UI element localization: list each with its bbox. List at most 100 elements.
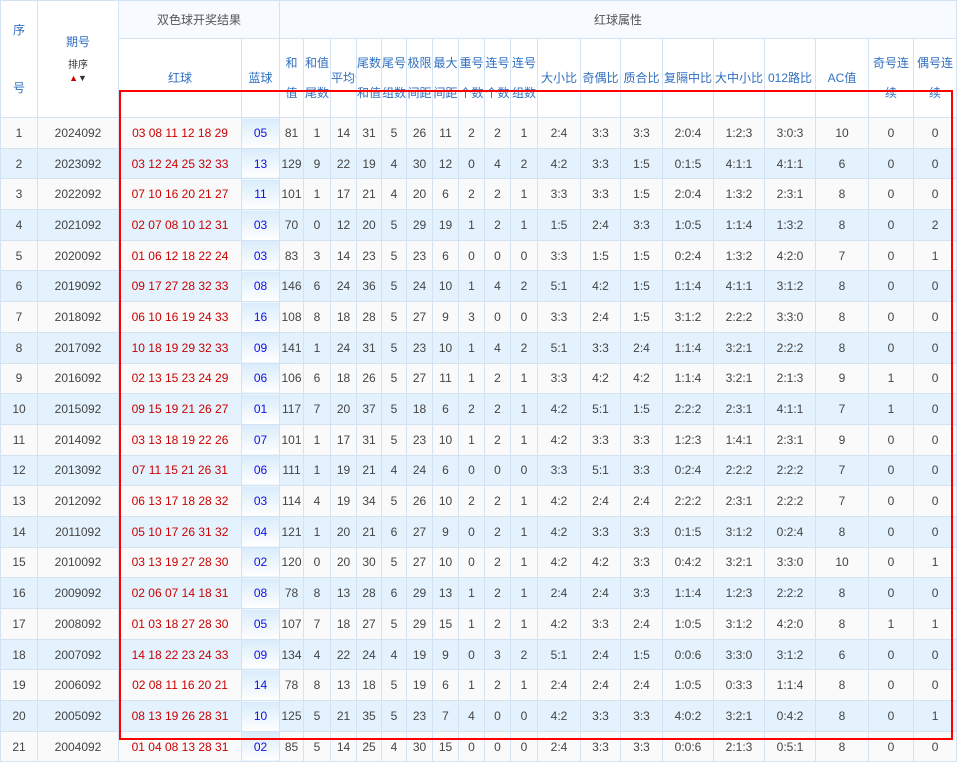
sort-desc-icon[interactable]: ▼	[78, 73, 87, 83]
attr-cell-连号个数: 2	[484, 117, 512, 149]
table-row: 1 2024092 03 08 11 12 18 29 05 81 1 14 31 5 26 11 2…	[0, 117, 958, 149]
attr-cell-尾号组数: 5	[381, 700, 408, 732]
issue-cell: 2021092	[37, 209, 119, 241]
attr-cell-奇号连续: 0	[868, 485, 915, 517]
attr-cell-质合比: 1:5	[620, 239, 664, 272]
attr-cell-大中小比: 3:2:1	[713, 331, 766, 364]
col-blue: 蓝球	[240, 37, 281, 119]
attr-cell-复隔中比: 1:1:4	[662, 577, 715, 609]
attr-cell-尾数和值: 21	[356, 178, 383, 211]
attr-cell-和值尾数: 1	[303, 331, 332, 364]
attr-cell-尾数和值: 26	[356, 362, 383, 395]
attr-cell-极限间距: 24	[406, 270, 434, 303]
attr-cell-极限间距: 29	[406, 577, 434, 609]
attr-cell-AC值: 8	[815, 730, 870, 762]
red-balls-cell: 01 06 12 18 22 24	[118, 239, 242, 272]
blue-ball-cell: 08	[240, 577, 281, 609]
attr-cell-重号个数: 2	[458, 485, 486, 517]
attr-cell-平均值: 21	[330, 700, 358, 732]
attr-cell-和值: 134	[279, 638, 305, 671]
attr-cell-连号组数: 1	[510, 178, 539, 211]
red-balls-cell: 06 10 16 19 24 33	[118, 301, 242, 333]
attr-cell-质合比: 3:3	[620, 515, 664, 548]
attr-cell-极限间距: 24	[406, 454, 434, 487]
attr-cell-极限间距: 27	[406, 546, 434, 579]
attr-cell-连号个数: 0	[484, 454, 512, 487]
issue-cell: 2018092	[37, 301, 119, 333]
attr-cell-复隔中比: 0:1:5	[662, 515, 715, 548]
attr-cell-和值尾数: 6	[303, 362, 332, 395]
attr-cell-连号个数: 2	[484, 362, 512, 395]
attr-cell-复隔中比: 1:0:5	[662, 669, 715, 702]
attr-cell-和值尾数: 1	[303, 515, 332, 548]
attr-cell-最大间距: 9	[432, 301, 460, 333]
attr-cell-和值: 78	[279, 669, 305, 702]
table-row: 14 2011092 05 10 17 26 31 32 04 121 1 20 21 6 27 9…	[0, 515, 958, 548]
issue-label: 期号	[65, 35, 90, 49]
attr-cell-奇偶比: 3:3	[580, 515, 622, 548]
attr-cell-连号组数: 0	[510, 730, 539, 762]
attr-cell-连号个数: 2	[484, 515, 512, 548]
attr-cell-和值: 81	[279, 117, 305, 149]
attr-cell-平均值: 17	[330, 423, 358, 456]
attr-cell-尾号组数: 5	[381, 608, 408, 640]
attr-cell-质合比: 3:3	[620, 546, 664, 579]
attr-cell-奇号连续: 0	[868, 239, 915, 272]
attr-cell-最大间距: 7	[432, 700, 460, 732]
attr-cell-最大间距: 10	[432, 331, 460, 364]
issue-cell: 2009092	[37, 577, 119, 609]
attr-cell-尾数和值: 24	[356, 638, 383, 671]
attr-cell-连号组数: 1	[510, 393, 539, 425]
attr-cell-最大间距: 9	[432, 515, 460, 548]
attr-cell-尾号组数: 4	[381, 730, 408, 762]
attr-cell-偶号连续: 0	[913, 730, 958, 762]
col-attr-17: 奇号连续	[868, 37, 915, 119]
attr-cell-连号个数: 2	[484, 669, 512, 702]
seq-cell: 16	[0, 577, 38, 609]
sort-asc-icon[interactable]: ▲	[69, 73, 78, 83]
attr-cell-奇偶比: 3:3	[580, 147, 622, 180]
table-row: 16 2009092 02 06 07 14 18 31 08 78 8 13 28 6 29 13…	[0, 577, 958, 609]
red-balls-cell: 03 08 11 12 18 29	[118, 117, 242, 149]
attr-cell-奇偶比: 2:4	[580, 209, 622, 241]
attr-cell-AC值: 9	[815, 423, 870, 456]
col-attr-8: 连号个数	[484, 37, 512, 119]
blue-ball-cell: 10	[240, 700, 281, 732]
attr-cell-尾数和值: 31	[356, 331, 383, 364]
attr-cell-大小比: 4:2	[537, 515, 582, 548]
blue-ball-cell: 08	[240, 270, 281, 303]
attr-cell-奇号连续: 0	[868, 147, 915, 180]
red-balls-cell: 01 03 18 27 28 30	[118, 608, 242, 640]
attr-cell-极限间距: 23	[406, 239, 434, 272]
blue-ball-cell: 01	[240, 393, 281, 425]
issue-cell: 2019092	[37, 270, 119, 303]
col-attr-4: 尾号组数	[381, 37, 408, 119]
issue-cell: 2022092	[37, 178, 119, 211]
attr-cell-连号组数: 2	[510, 638, 539, 671]
attr-cell-最大间距: 12	[432, 147, 460, 180]
attr-cell-和值尾数: 1	[303, 117, 332, 149]
attr-cell-连号个数: 3	[484, 638, 512, 671]
sort-button[interactable]: 排序 ▲▼	[39, 60, 118, 85]
attr-cell-重号个数: 1	[458, 331, 486, 364]
attr-cell-重号个数: 2	[458, 117, 486, 149]
attr-cell-偶号连续: 0	[913, 423, 958, 456]
attr-cell-和值: 108	[279, 301, 305, 333]
attr-cell-大中小比: 3:1:2	[713, 608, 766, 640]
seq-label: 序号	[12, 23, 25, 95]
attr-cell-奇偶比: 2:4	[580, 577, 622, 609]
attr-cell-尾数和值: 36	[356, 270, 383, 303]
attr-cell-和值: 111	[279, 454, 305, 487]
table-row: 4 2021092 02 07 08 10 12 31 03 70 0 12 20 5 29 19 1…	[0, 209, 958, 241]
attr-cell-奇号连续: 0	[868, 178, 915, 211]
attr-cell-AC值: 8	[815, 515, 870, 548]
attr-cell-尾数和值: 37	[356, 393, 383, 425]
attr-cell-和值尾数: 8	[303, 669, 332, 702]
attr-cell-和值: 107	[279, 608, 305, 640]
attr-cell-尾数和值: 18	[356, 669, 383, 702]
attr-cell-最大间距: 15	[432, 730, 460, 762]
attr-cell-AC值: 7	[815, 485, 870, 517]
attr-cell-奇号连续: 0	[868, 331, 915, 364]
attr-cell-AC值: 8	[815, 209, 870, 241]
attr-cell-AC值: 7	[815, 239, 870, 272]
